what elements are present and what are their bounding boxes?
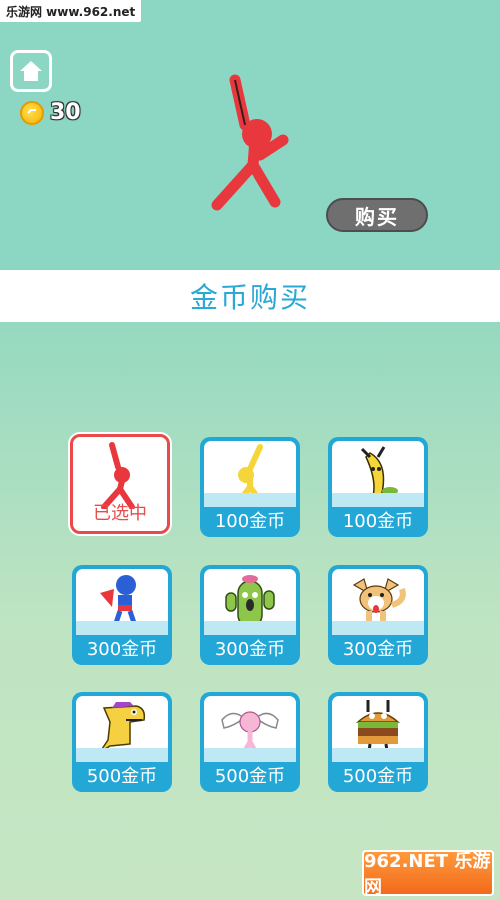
card-stripe xyxy=(204,621,296,635)
card-price: 300金币 xyxy=(214,639,286,660)
watermark-top: 乐游网 www.962.net xyxy=(0,0,142,22)
watermark-bottom-text: 962.NET 乐游网 xyxy=(364,851,491,898)
coin-count: 30 xyxy=(50,100,81,125)
watermark-bottom: 962.NET 乐游网 xyxy=(362,850,494,898)
skin-card-burger[interactable]: 500金币 xyxy=(328,692,428,792)
home-icon xyxy=(20,61,42,81)
skin-card-dog[interactable]: 300金币 xyxy=(328,565,428,665)
card-status-label: 已选中 xyxy=(93,503,147,524)
watermark-text: 乐游网 www.962.net xyxy=(6,4,136,19)
coin-icon xyxy=(20,100,44,125)
home-button[interactable] xyxy=(10,50,52,92)
skin-card-banana[interactable]: 100金币 xyxy=(328,437,428,537)
skin-card-yellow-stickman[interactable]: 100金币 xyxy=(200,437,300,537)
hero-character xyxy=(211,74,289,211)
card-stripe xyxy=(204,748,296,762)
skin-card-superhero[interactable]: 300金币 xyxy=(72,565,172,665)
card-stripe xyxy=(204,493,296,507)
card-stripe xyxy=(332,748,424,762)
card-stripe xyxy=(332,621,424,635)
skin-card-red-stickman[interactable]: 已选中 xyxy=(70,434,170,534)
buy-button[interactable]: 购买 xyxy=(326,198,428,232)
card-price: 500金币 xyxy=(342,766,414,787)
card-price: 100金币 xyxy=(214,511,286,532)
card-stripe xyxy=(76,621,168,635)
skin-card-dinosaur[interactable]: 500金币 xyxy=(72,692,172,792)
card-price: 500金币 xyxy=(86,766,158,787)
card-price: 300金币 xyxy=(342,639,414,660)
section-title: 金币购买 xyxy=(189,281,310,314)
card-price: 300金币 xyxy=(86,639,158,660)
card-stripe xyxy=(76,748,168,762)
skin-card-angel[interactable]: 500金币 xyxy=(200,692,300,792)
skin-card-cactus[interactable]: 300金币 xyxy=(200,565,300,665)
section-header: 金币购买 xyxy=(0,270,500,322)
card-price: 500金币 xyxy=(214,766,286,787)
card-price: 100金币 xyxy=(342,511,414,532)
coin-balance: 30 xyxy=(20,100,81,125)
card-stripe xyxy=(332,493,424,507)
